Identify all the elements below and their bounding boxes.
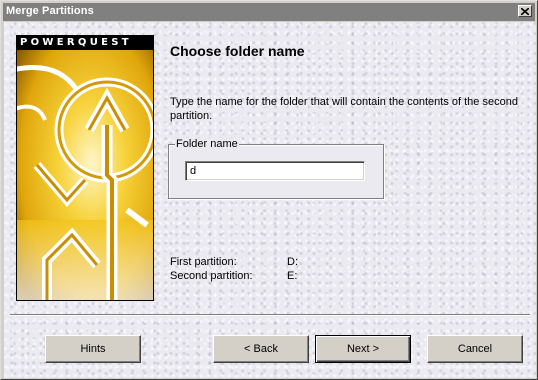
close-icon <box>521 7 529 15</box>
page-description: Type the name for the folder that will c… <box>170 96 518 122</box>
second-partition-value: E: <box>287 270 298 282</box>
first-partition-label: First partition: <box>170 256 237 268</box>
back-button[interactable]: < Back <box>213 335 309 363</box>
page-title: Choose folder name <box>170 43 305 59</box>
folder-name-group: Folder name <box>168 138 384 199</box>
hints-button-label: Hints <box>80 343 106 355</box>
footer-divider <box>10 314 530 316</box>
powerquest-arrow-logo <box>17 50 153 300</box>
next-button[interactable]: Next > <box>315 335 411 363</box>
second-partition-label: Second partition: <box>170 270 253 282</box>
cancel-button-label: Cancel <box>457 343 493 355</box>
folder-name-label: Folder name <box>175 138 239 150</box>
first-partition-value: D: <box>287 256 298 268</box>
next-button-label: Next > <box>346 343 380 355</box>
close-button[interactable] <box>518 5 532 17</box>
folder-name-input[interactable] <box>185 161 365 181</box>
window-title: Merge Partitions <box>6 5 94 17</box>
merge-partitions-dialog: Merge Partitions POWERQUEST Choose folde… <box>0 0 538 380</box>
title-bar[interactable]: Merge Partitions <box>3 3 535 21</box>
wizard-banner: POWERQUEST <box>16 35 154 301</box>
back-button-label: < Back <box>244 343 278 355</box>
cancel-button[interactable]: Cancel <box>427 335 523 363</box>
brand-text: POWERQUEST <box>20 37 132 48</box>
hints-button[interactable]: Hints <box>45 335 141 363</box>
wizard-body: POWERQUEST Choose folder name Type the n… <box>4 22 536 378</box>
